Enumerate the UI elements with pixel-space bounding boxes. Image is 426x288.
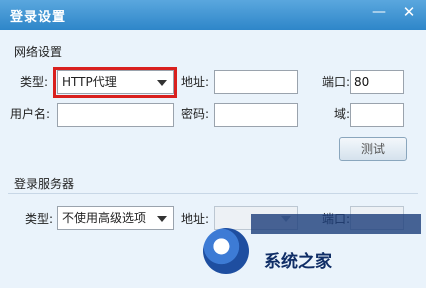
network-port-input[interactable]: 80	[350, 70, 404, 94]
password-label: 密码:	[181, 107, 210, 121]
test-button[interactable]: 测试	[339, 137, 407, 161]
network-address-label: 地址:	[181, 75, 210, 89]
server-type-value: 不使用高级选项	[62, 211, 147, 225]
network-section-title: 网络设置	[14, 45, 63, 59]
network-type-label: 类型:	[20, 75, 49, 89]
username-label: 用户名:	[10, 107, 51, 121]
password-input[interactable]	[214, 103, 298, 127]
server-type-select[interactable]: 不使用高级选项	[57, 206, 174, 230]
domain-input[interactable]	[350, 103, 404, 127]
username-input[interactable]	[57, 103, 174, 127]
section-divider	[8, 193, 418, 194]
watermark-text: 系统之家	[264, 252, 332, 272]
network-address-input[interactable]	[214, 70, 298, 94]
watermark-logo: 系统之家	[196, 214, 426, 288]
minimize-icon[interactable]: —	[367, 2, 391, 22]
window-title: 登录设置	[10, 10, 67, 25]
highlight-box	[53, 67, 177, 98]
chevron-down-icon	[157, 216, 167, 222]
domain-label: 域:	[334, 107, 351, 121]
watermark-banner	[251, 214, 421, 234]
login-server-section-title: 登录服务器	[14, 177, 75, 191]
server-type-label: 类型:	[25, 212, 54, 226]
close-icon[interactable]: ✕	[397, 2, 421, 22]
title-bar: 登录设置 — ✕	[0, 0, 426, 30]
watermark-circle-icon	[203, 228, 249, 274]
network-port-label: 端口:	[322, 75, 351, 89]
